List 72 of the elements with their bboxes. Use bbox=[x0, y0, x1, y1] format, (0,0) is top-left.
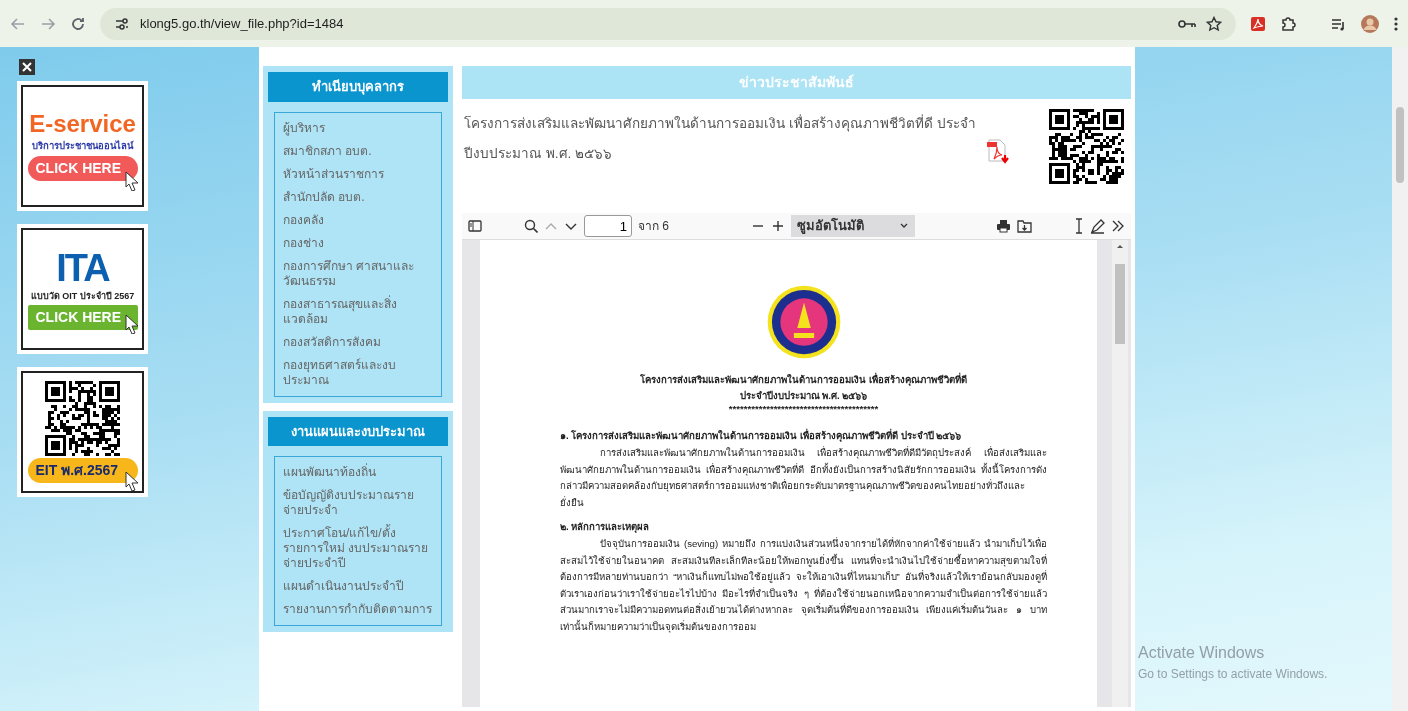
document-title: โครงการส่งเสริมและพัฒนาศักยภาพในด้านการออมเงิน เพื่อสร้างคุณภาพชีวิตที่ดี bbox=[639, 372, 968, 388]
sidebar-link[interactable]: สำนักปลัด อบต. bbox=[275, 185, 441, 209]
news-title: โครงการส่งเสริมและพัฒนาศักยภาพในด้านการออมเงิน เพื่อสร้างคุณภาพชีวิตที่ดี ประจำปีงบประมาณ พ.ศ. ๒๕๖๖ bbox=[464, 113, 977, 163]
sidebar-link[interactable]: รายงานการกำกับติดตามการ bbox=[275, 598, 441, 621]
scrollbar-thumb[interactable] bbox=[1115, 264, 1125, 344]
sidebar-toggle-icon[interactable] bbox=[468, 220, 482, 232]
section-heading: ๒. หลักการและเหตุผล bbox=[560, 520, 651, 535]
pointer-cursor-icon bbox=[124, 314, 140, 334]
text-cursor-icon[interactable] bbox=[1074, 218, 1084, 234]
eit-button[interactable]: EIT พ.ศ.2567 bbox=[27, 458, 138, 483]
profile-avatar-icon[interactable] bbox=[1360, 13, 1380, 34]
qr-code-icon bbox=[45, 381, 120, 456]
banner-card[interactable]: EIT พ.ศ.2567 bbox=[17, 367, 148, 497]
section-heading: ๑. โครงการส่งเสริมและพัฒนาศักยภาพในด้านการออมเงิน เพื่อสร้างคุณภาพชีวิตที่ดี ประจำปี ๒๕๖๖ bbox=[560, 427, 963, 444]
menu-icon[interactable] bbox=[1394, 15, 1398, 32]
activation-title: Activate Windows bbox=[1138, 643, 1266, 663]
sidebar-link[interactable]: แผนดำเนินงานประจำปี bbox=[275, 575, 441, 598]
sidebar-link[interactable]: สมาชิกสภา อบต. bbox=[275, 139, 441, 163]
reload-icon[interactable] bbox=[70, 15, 86, 32]
save-icon[interactable] bbox=[1017, 219, 1032, 233]
zoom-dropdown[interactable]: ซูมอัตโนมัติ bbox=[790, 215, 915, 237]
star-icon[interactable] bbox=[1206, 15, 1222, 32]
url-text: klong5.go.th/view_file.php?id=1484 bbox=[140, 14, 345, 33]
sidebar-link[interactable]: แผนพัฒนาท้องถิ่น bbox=[275, 461, 441, 484]
page-scrollbar[interactable] bbox=[1392, 47, 1408, 711]
pen-icon[interactable] bbox=[1090, 218, 1105, 234]
sidebar-link[interactable]: กองสวัสดิการสังคม bbox=[275, 330, 441, 354]
sidebar-link[interactable]: หัวหน้าส่วนราชการ bbox=[275, 162, 441, 186]
sidebar-link[interactable]: กองช่าง bbox=[275, 231, 441, 255]
click-here-button[interactable]: CLICK HERE bbox=[27, 305, 138, 331]
qr-code-icon bbox=[1049, 109, 1125, 185]
banner-subtitle: บริการประชาชนออนไลน์ bbox=[32, 139, 133, 154]
section-header: ทำเนียบบุคลากร bbox=[268, 72, 448, 102]
sidebar-link[interactable]: ผู้บริหาร bbox=[275, 116, 441, 140]
asterisk-rule: **************************************** bbox=[727, 404, 880, 414]
pdf-download-icon[interactable] bbox=[986, 139, 1010, 165]
more-tools-icon[interactable] bbox=[1111, 219, 1125, 233]
sidebar-link[interactable]: กองสาธารณสุขและสิ่งแวดล้อม bbox=[275, 292, 441, 331]
key-icon[interactable] bbox=[1178, 17, 1196, 30]
sidebar-link[interactable]: กองคลัง bbox=[275, 208, 441, 232]
sidebar-link[interactable]: กองยุทธศาสตร์และงบประมาณ bbox=[275, 353, 441, 392]
section-header: งานแผนและงบประมาณ bbox=[268, 416, 448, 446]
banner-title: E-service bbox=[29, 111, 136, 138]
click-here-button[interactable]: CLICK HERE bbox=[27, 155, 138, 181]
print-icon[interactable] bbox=[996, 219, 1011, 233]
search-icon[interactable] bbox=[524, 219, 538, 233]
zoom-in-icon[interactable] bbox=[770, 219, 785, 233]
sidebar-link[interactable]: ประกาศโอน/แก้ไข/ตั้งรายการใหม่ งบประมาณรายจ่ายประจำปี bbox=[275, 522, 441, 575]
pointer-cursor-icon bbox=[124, 471, 140, 491]
ita-logo: ITA bbox=[56, 247, 109, 288]
puzzle-icon[interactable] bbox=[1280, 15, 1296, 32]
sidebar-link[interactable]: ข้อบัญญัติงบประมาณรายจ่ายประจำ bbox=[275, 484, 441, 522]
activation-subtitle: Go to Settings to activate Windows. bbox=[1138, 666, 1329, 683]
banner-card[interactable]: ITA แบบวัด OIT ประจำปี 2567 CLICK HERE bbox=[17, 224, 148, 354]
page-total: จาก 6 bbox=[638, 218, 669, 235]
section-header: ข่าวประชาสัมพันธ์ bbox=[462, 66, 1131, 99]
site-settings-icon[interactable] bbox=[114, 15, 130, 32]
banner-card[interactable]: E-service บริการประชาชนออนไลน์ CLICK HERE bbox=[17, 81, 148, 211]
scrollbar[interactable] bbox=[1112, 240, 1128, 707]
close-button[interactable] bbox=[19, 59, 35, 75]
pointer-cursor-icon bbox=[124, 171, 140, 191]
banner-subtitle: แบบวัด OIT ประจำปี 2567 bbox=[30, 289, 135, 303]
page-number-field[interactable]: 1 bbox=[584, 215, 632, 237]
pdf-extension-icon[interactable] bbox=[1250, 15, 1266, 32]
paragraph: ปัจจุบันการออมเงิน (seving) หมายถึง การแบ่งเงินส่วนหนึ่งจากรายได้ที่หักจากค่าใช้จ่ายแล้ว นำมาเก็บไว้เพื่อสะสมไว้ใช้จ่ายในอนาคต สะสมเงินทีละเล็กทีละน้อยให้พอกพูนยิ่งขึ้น แทนที่จะนำเงินไปใช้จ่ายซื้อหาความสุขตามใจที่ต้องการมีหลายท่านบอกว่า “หาเงินก็แทบไม่พอใช้อยู่แล้ว จะให้เอาเงินที่ไหนมาเก็บ” อันที่จริงแล้วให้เราย้อนกลับมองดูที่ตัวเราเองก่อนว่าเราใช้จ่ายอะไรไปบ้าง มีอะไรที่จำเป็นจริง ๆ ที่ต้องใช้จ่ายนอกเหนือจากความจำเป็นต่อการใช้จ่ายแล้ว ส่วนมากเราจะไม่มีความอดทนต่อสิ่งเย้ายวนได้ต่างหากละ จุดเริ่มต้นที่ดีของการออมเงิน เพียงแค่เริ่มต้นวันละ ๑ บาท เท่านั้นก็หมายความว่าเป็นจุดเริ่มต้นของการออม bbox=[560, 536, 1047, 635]
address-bar[interactable]: klong5.go.th/view_file.php?id=1484 bbox=[100, 7, 1236, 40]
sidebar-link[interactable]: กองการศึกษา ศาสนาและวัฒนธรรม bbox=[275, 254, 441, 293]
scrollbar-thumb[interactable] bbox=[1396, 107, 1404, 183]
document-title: ประจำปีงบประมาณ พ.ศ. ๒๕๖๖ bbox=[738, 389, 869, 403]
seal-emblem-icon bbox=[765, 284, 842, 360]
paragraph: การส่งเสริมและพัฒนาศักยภาพในด้านการออมเงิน เพื่อสร้างคุณภาพชีวิตที่ดีมีวัตถุประสงค์ เพื่อส่งเสริมและพัฒนาศักยภาพในด้านการออมเงิน เพื่อสร้างคุณภาพชีวิตที่ดี อีกทั้งยังเป็นการสร้างนิสัยรักการออมเงิน ทั้งนี้โครงการดังกล่าวมีความสอดคล้องกับยุทธศาสตร์การออมแห่งชาติเพื่อยกระดับมาตรฐานคุณภาพชีวิตของคนไทยอย่างทั่วถึงและยั่งยืน bbox=[560, 445, 1047, 510]
close-icon bbox=[22, 62, 32, 72]
